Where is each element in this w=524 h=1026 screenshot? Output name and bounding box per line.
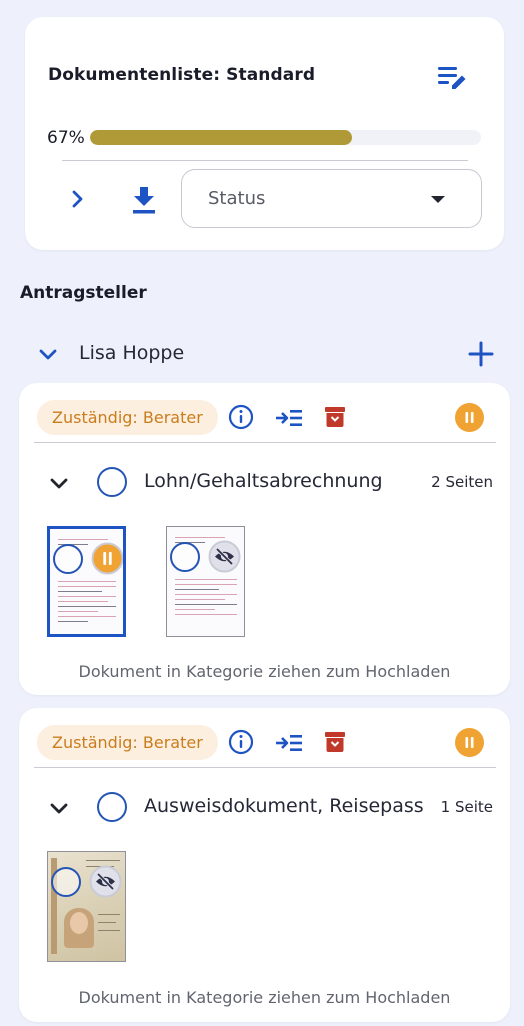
info-icon[interactable] xyxy=(228,729,254,755)
pause-icon[interactable] xyxy=(455,728,484,757)
document-list-card: Dokumentenliste: Standard 67% Status xyxy=(25,17,504,250)
archive-icon[interactable] xyxy=(324,406,346,428)
document-thumbnail[interactable] xyxy=(47,851,126,962)
thumbnail-select-checkbox[interactable] xyxy=(53,544,83,574)
download-icon[interactable] xyxy=(131,185,157,215)
document-list-title: Dokumentenliste: Standard xyxy=(48,65,316,85)
document-category-card: Zuständig: Berater xyxy=(19,708,510,1022)
hidden-eye-icon xyxy=(208,540,241,573)
archive-icon[interactable] xyxy=(324,731,346,753)
status-select[interactable]: Status xyxy=(181,169,482,228)
chevron-down-icon[interactable] xyxy=(48,798,70,820)
status-select-value: Status xyxy=(208,188,266,209)
page-count: 2 Seiten xyxy=(431,473,493,491)
select-checkbox[interactable] xyxy=(97,467,127,497)
thumbnail-select-checkbox[interactable] xyxy=(51,867,81,897)
progress-percent: 67% xyxy=(47,128,85,148)
document-category-card: Zuständig: Berater xyxy=(19,383,510,695)
chevron-down-icon[interactable] xyxy=(48,473,70,495)
dropzone-hint: Dokument in Kategorie ziehen zum Hochlad… xyxy=(78,988,451,1007)
thumbnail-select-checkbox[interactable] xyxy=(170,542,200,572)
dropzone-hint: Dokument in Kategorie ziehen zum Hochlad… xyxy=(78,662,451,681)
chevron-down-icon[interactable] xyxy=(36,343,60,367)
applicant-name[interactable]: Lisa Hoppe xyxy=(79,342,184,364)
pause-icon[interactable] xyxy=(455,403,484,432)
caret-down-icon xyxy=(431,196,445,203)
edit-list-icon[interactable] xyxy=(436,64,468,92)
progress-bar-fill xyxy=(90,130,352,145)
select-checkbox[interactable] xyxy=(97,792,127,822)
page-count: 1 Seite xyxy=(440,798,493,816)
section-title: Antragsteller xyxy=(20,283,147,303)
document-category-title: Lohn/Gehaltsabrechnung xyxy=(144,470,383,492)
progress-bar xyxy=(90,130,481,145)
pause-icon xyxy=(91,542,123,575)
applicant-row: Lisa Hoppe xyxy=(36,335,498,375)
document-category-title: Ausweisdokument, Reisepass xyxy=(144,795,424,817)
chevron-right-icon[interactable] xyxy=(65,187,89,211)
divider xyxy=(62,160,468,161)
document-thumbnail[interactable] xyxy=(166,526,245,637)
move-to-list-icon[interactable] xyxy=(275,408,303,428)
hidden-eye-icon xyxy=(89,865,122,898)
responsibility-badge: Zuständig: Berater xyxy=(37,725,218,760)
divider xyxy=(34,767,496,768)
plus-icon[interactable] xyxy=(466,339,496,369)
responsibility-badge: Zuständig: Berater xyxy=(37,400,218,435)
move-to-list-icon[interactable] xyxy=(275,733,303,753)
divider xyxy=(34,442,496,443)
document-thumbnail[interactable] xyxy=(47,526,126,637)
info-icon[interactable] xyxy=(228,404,254,430)
